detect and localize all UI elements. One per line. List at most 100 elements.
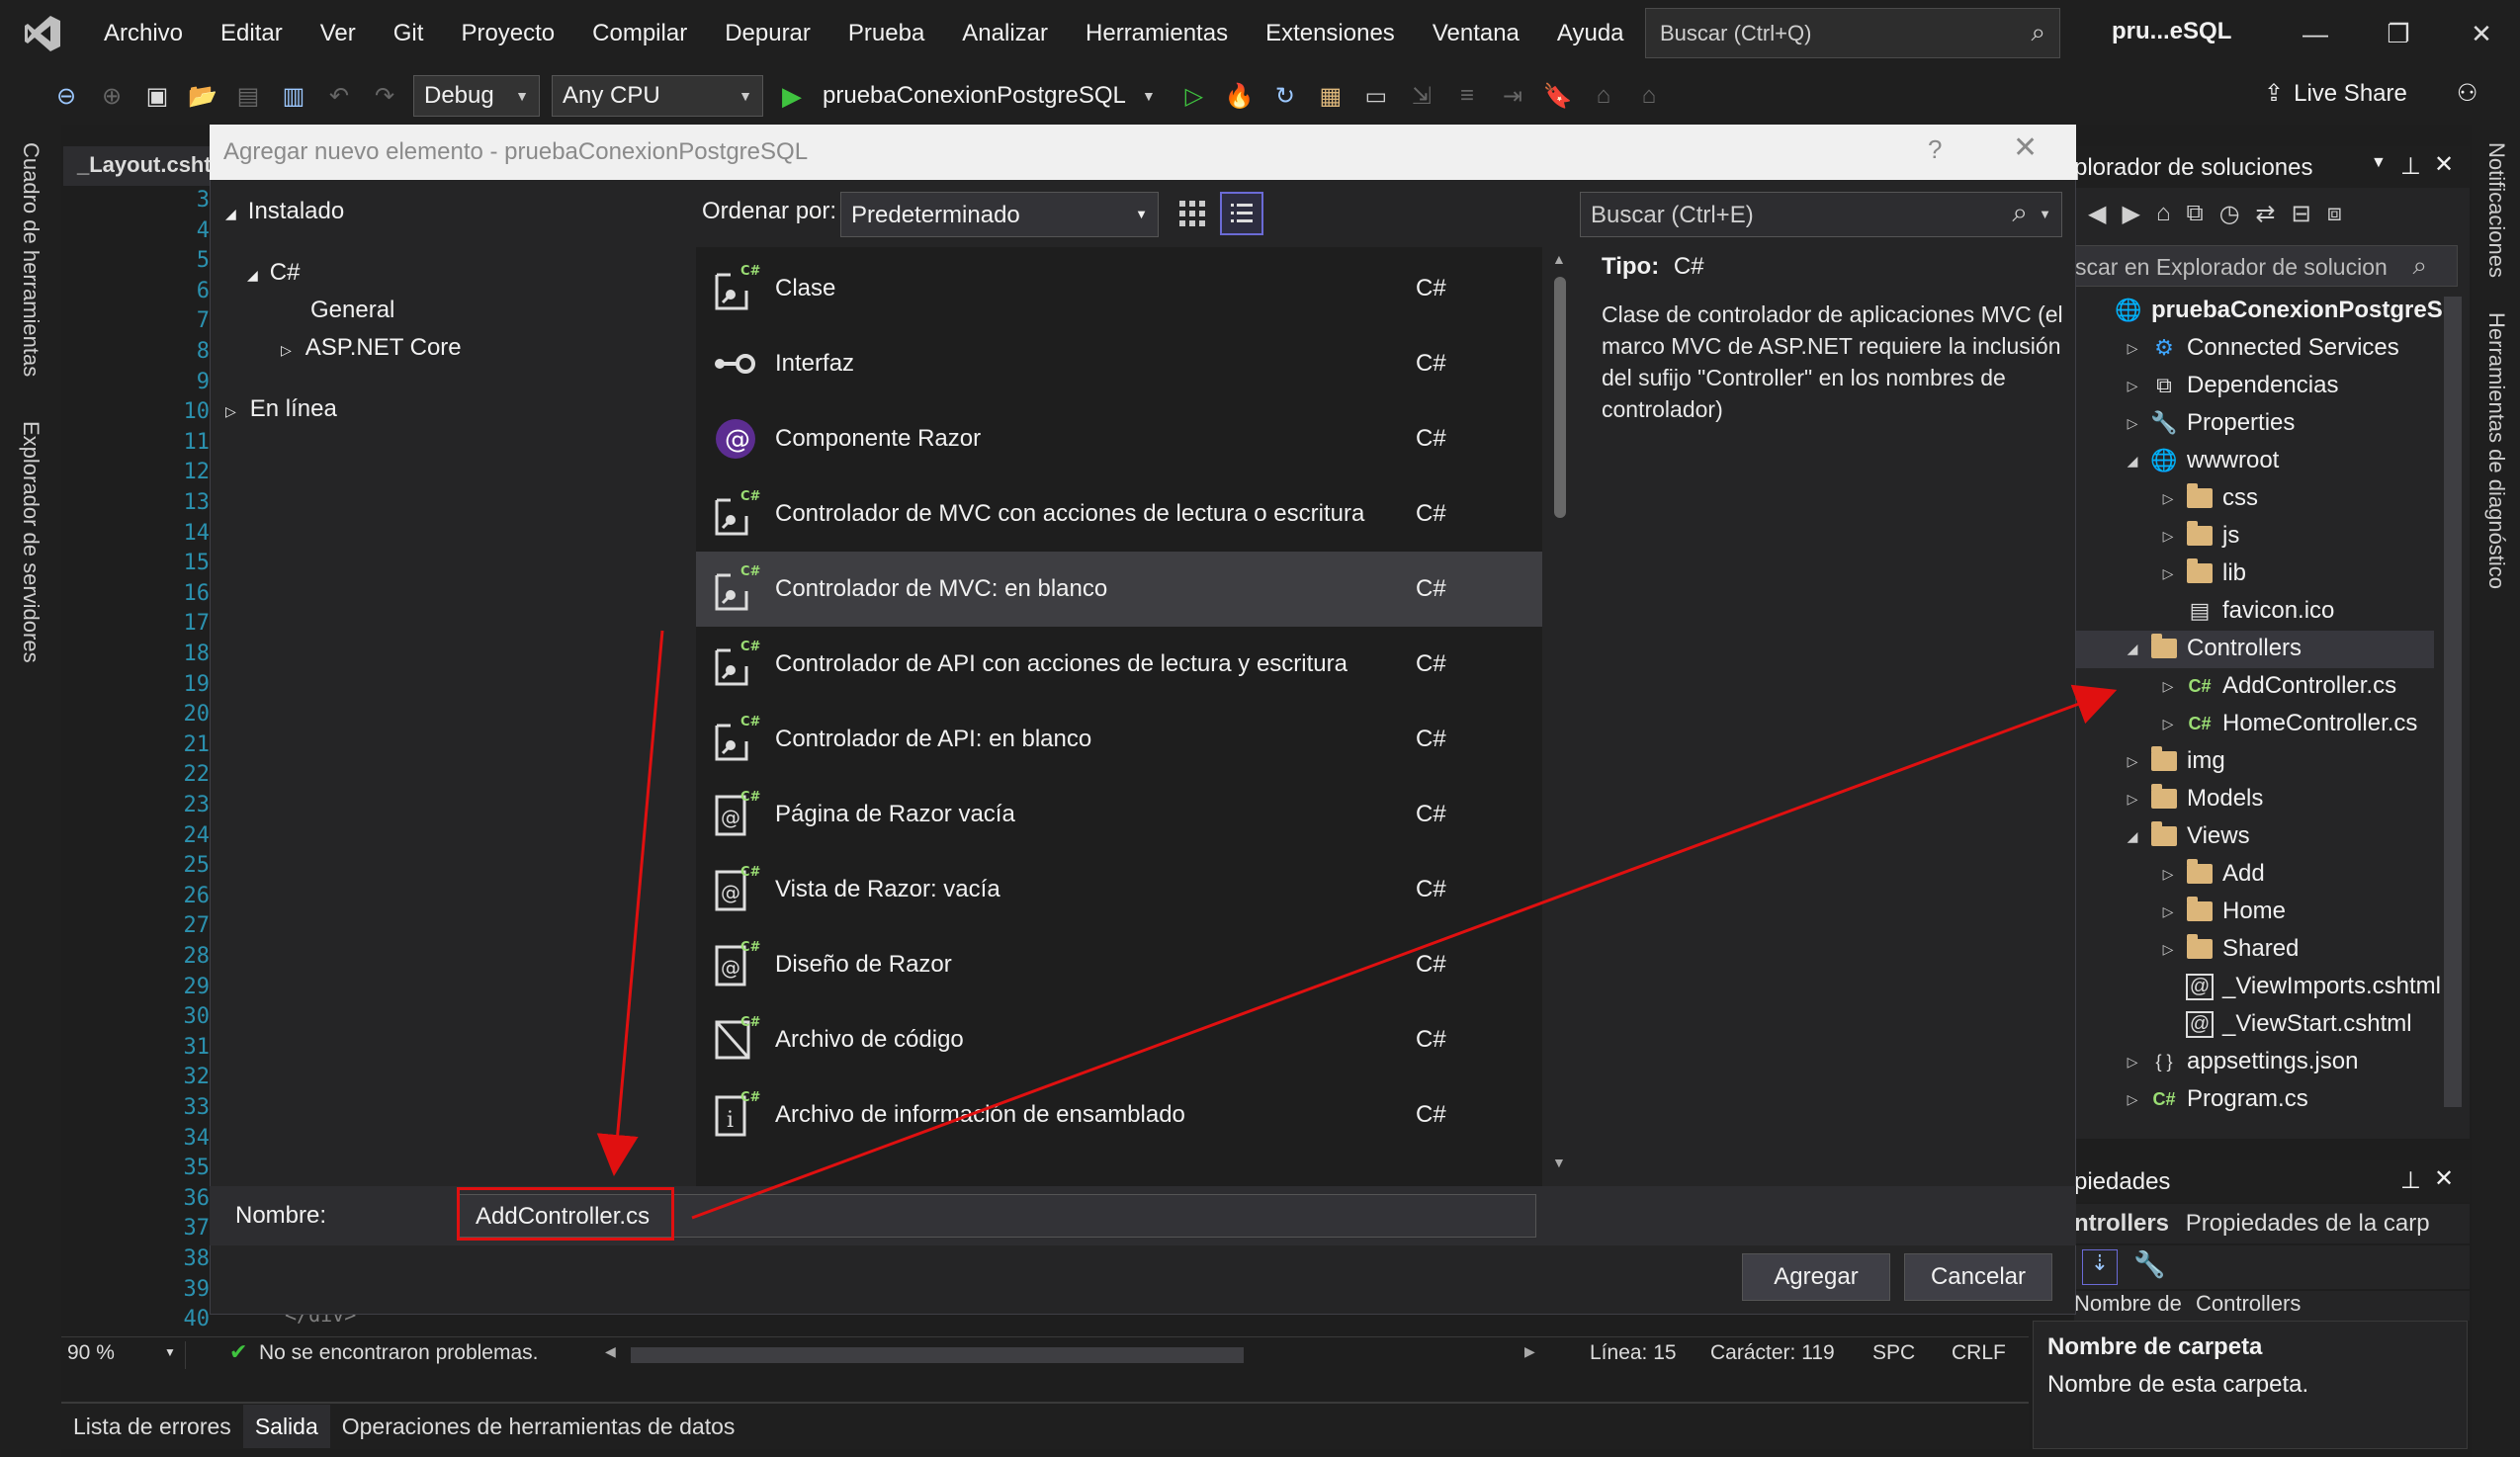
hot-reload-icon[interactable]: 🔥 — [1222, 78, 1258, 114]
close-panel-icon[interactable]: ✕ — [2434, 1164, 2454, 1193]
tree-item[interactable]: @ _ViewStart.cshtml — [2157, 1005, 2412, 1043]
indent-icon[interactable]: ⇥ — [1495, 78, 1530, 114]
problems-status[interactable]: No se encontraron problemas. — [259, 1341, 539, 1365]
back-icon[interactable]: ⊖ — [48, 78, 84, 114]
tree-item[interactable]: ▷ css — [2157, 479, 2258, 517]
expand-toggle-icon[interactable]: ▷ — [2122, 378, 2143, 394]
tree-item[interactable]: ▷ Home — [2157, 893, 2286, 930]
template-search-input[interactable]: Buscar (Ctrl+E) ⌕ ▼ — [1580, 192, 2062, 237]
tree-item[interactable]: ▷ Shared — [2157, 930, 2299, 968]
diagnostics-tab[interactable]: Herramientas de diagnóstico — [2483, 312, 2509, 589]
bottom-tab-2[interactable]: Operaciones de herramientas de datos — [330, 1414, 747, 1440]
menu-item-prueba[interactable]: Prueba — [848, 20, 924, 47]
tree-item[interactable]: ▷ js — [2157, 517, 2239, 555]
properties-object-selector[interactable]: ntrollers Propiedades de la carp — [2074, 1204, 2470, 1243]
open-folder-icon[interactable]: 📂 — [185, 78, 220, 114]
zoom-select[interactable]: 90 % ▼ — [67, 1341, 186, 1369]
expand-toggle-icon[interactable]: ▷ — [2157, 678, 2179, 695]
solution-search-input[interactable]: scar en Explorador de solucion ⌕ — [2074, 245, 2458, 287]
dialog-close-button[interactable]: ✕ — [2013, 130, 2038, 165]
play-icon[interactable]: ▶ — [774, 78, 810, 114]
visual-studio-logo-icon[interactable] — [0, 0, 85, 67]
expand-toggle-icon[interactable]: ▷ — [2122, 1054, 2143, 1071]
pin-icon[interactable]: ⊥ — [2400, 152, 2421, 181]
tree-item[interactable]: ▷ C# HomeController.cs — [2157, 705, 2418, 742]
refresh-icon[interactable]: ↻ — [1267, 78, 1303, 114]
tree-item[interactable]: ▷ lib — [2157, 555, 2246, 592]
tree-node-general[interactable]: General — [310, 297, 394, 324]
tree-item[interactable]: ▷ img — [2122, 742, 2225, 780]
template-item[interactable]: C# Clase C# — [696, 251, 1542, 326]
template-item[interactable]: C# Controlador de API con acciones de lec… — [696, 627, 1542, 702]
feedback-icon[interactable]: ⚇ — [2457, 79, 2478, 108]
template-item[interactable]: Interfaz C# — [696, 326, 1542, 401]
minimize-icon[interactable]: — — [2274, 19, 2357, 49]
restore-icon[interactable]: ❐ — [2357, 19, 2440, 49]
editor-tab-layout[interactable]: _Layout.csht — [63, 146, 212, 186]
pin-icon[interactable]: ⊥ — [2400, 1166, 2421, 1195]
tree-item[interactable]: ▷ { } appsettings.json — [2122, 1043, 2359, 1080]
expand-toggle-icon[interactable]: ▷ — [2122, 415, 2143, 432]
tree-item[interactable]: ▷ C# Program.cs — [2122, 1080, 2308, 1118]
save-all-icon[interactable]: ▥ — [276, 78, 311, 114]
help-button[interactable]: ? — [1928, 134, 1942, 165]
platform-select[interactable]: Any CPU ▼ — [552, 75, 763, 117]
menu-item-ventana[interactable]: Ventana — [1433, 20, 1520, 47]
menu-item-herramientas[interactable]: Herramientas — [1086, 20, 1228, 47]
expand-toggle-icon[interactable]: ▷ — [2157, 903, 2179, 920]
template-item[interactable]: C# Archivo de código C# — [696, 1002, 1542, 1077]
chevron-down-icon[interactable]: ▼ — [1131, 78, 1167, 114]
tree-node-installed[interactable]: ◢ Instalado — [225, 198, 344, 225]
template-item[interactable]: C# Controlador de MVC con acciones de lec… — [696, 476, 1542, 552]
back-icon[interactable]: ◀ — [2088, 200, 2106, 228]
pending-changes-icon[interactable]: ◷ — [2219, 200, 2240, 228]
expand-toggle-icon[interactable]: ▷ — [2157, 716, 2179, 732]
template-item-partial[interactable] — [696, 1153, 1542, 1186]
tree-item[interactable]: ▷ Add — [2157, 855, 2265, 893]
step-icon[interactable]: ⇲ — [1404, 78, 1439, 114]
run-without-debug-icon[interactable]: ▷ — [1176, 78, 1212, 114]
wrench-icon[interactable]: 🔧 — [2133, 1249, 2165, 1280]
bookmark-prev-icon[interactable]: ⌂ — [1586, 78, 1621, 114]
collapse-all-icon[interactable]: ⊟ — [2292, 200, 2311, 228]
menu-item-editar[interactable]: Editar — [220, 20, 283, 47]
global-search-input[interactable]: Buscar (Ctrl+Q) ⌕ — [1645, 8, 2060, 58]
scrollbar-thumb[interactable] — [1554, 277, 1566, 518]
expand-toggle-icon[interactable]: ▷ — [2157, 565, 2179, 582]
tree-item[interactable]: 🌐 pruebaConexionPostgreS( — [2086, 292, 2450, 329]
expand-toggle-icon[interactable]: ▷ — [2122, 753, 2143, 770]
expand-toggle-icon[interactable]: ▷ — [2122, 791, 2143, 808]
add-button[interactable]: Agregar — [1742, 1253, 1890, 1301]
save-icon[interactable]: ▤ — [230, 78, 266, 114]
menu-item-analizar[interactable]: Analizar — [962, 20, 1048, 47]
sort-select[interactable]: Predeterminado ▼ — [840, 192, 1159, 237]
menu-item-compilar[interactable]: Compilar — [592, 20, 687, 47]
template-item[interactable]: @ C# Diseño de Razor C# — [696, 927, 1542, 1002]
expand-toggle-icon[interactable]: ◢ — [2122, 828, 2143, 845]
tree-item[interactable]: ▤ favicon.ico — [2157, 592, 2335, 630]
scroll-down-icon[interactable]: ▼ — [1552, 1155, 1566, 1170]
line-ending-indicator[interactable]: CRLF — [1952, 1341, 2006, 1365]
menu-item-git[interactable]: Git — [393, 20, 424, 47]
expand-toggle-icon[interactable]: ▷ — [2157, 866, 2179, 883]
run-target-label[interactable]: pruebaConexionPostgreSQL — [823, 82, 1126, 110]
tree-item[interactable]: @ _ViewImports.cshtml — [2157, 968, 2441, 1005]
chevron-down-icon[interactable]: ▼ — [2371, 154, 2387, 172]
notifications-tab[interactable]: Notificaciones — [2483, 142, 2509, 278]
close-panel-icon[interactable]: ✕ — [2434, 150, 2454, 179]
line-indicator[interactable]: Línea: 15 — [1590, 1341, 1677, 1365]
expand-toggle-icon[interactable]: ◢ — [2122, 453, 2143, 470]
sort-alpha-icon[interactable]: ⇣ — [2082, 1249, 2118, 1285]
home-icon[interactable]: ⌂ — [2156, 200, 2171, 227]
tree-item[interactable]: ▷ ⧉ Dependencias — [2122, 367, 2339, 404]
expand-toggle-icon[interactable]: ▷ — [2157, 941, 2179, 958]
expand-toggle-icon[interactable]: ▷ — [2157, 490, 2179, 507]
configuration-select[interactable]: Debug ▼ — [413, 75, 540, 117]
tree-node-online[interactable]: ▷ En línea — [225, 395, 337, 423]
tree-item[interactable]: ◢ Controllers — [2122, 630, 2302, 667]
whitespace-indicator[interactable]: SPC — [1872, 1341, 1915, 1365]
undo-icon[interactable]: ↶ — [321, 78, 357, 114]
scroll-right-icon[interactable]: ▶ — [1524, 1343, 1535, 1360]
tree-node-aspnet[interactable]: ▷ ASP.NET Core — [281, 334, 462, 362]
scroll-up-icon[interactable]: ▲ — [1552, 251, 1566, 267]
